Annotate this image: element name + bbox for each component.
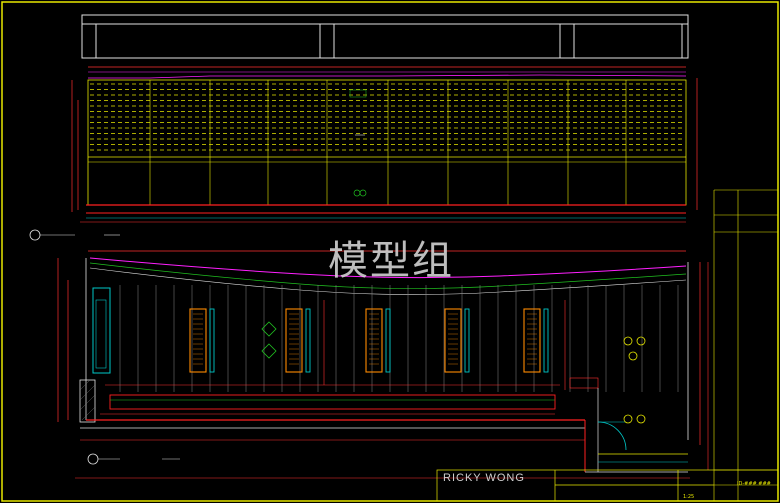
title-block: RICKY WONG 1:25 ID-### ###	[437, 470, 780, 503]
upper-view-label	[29, 229, 120, 241]
title-strip	[713, 189, 778, 501]
door-swing-icon	[597, 421, 627, 451]
upper-elevation	[71, 14, 698, 223]
drawing-code: ID-### ###	[737, 481, 771, 487]
door-panel	[523, 308, 541, 373]
door-panel	[365, 308, 383, 373]
firm-logo: RICKY WONG	[443, 472, 525, 484]
door-panel	[285, 308, 303, 373]
lower-view-label	[87, 453, 180, 465]
door-panel	[444, 308, 462, 373]
drawing-scale: 1:25	[683, 494, 695, 500]
watermark-text: 模型组	[328, 238, 454, 284]
door-panel	[189, 308, 207, 373]
